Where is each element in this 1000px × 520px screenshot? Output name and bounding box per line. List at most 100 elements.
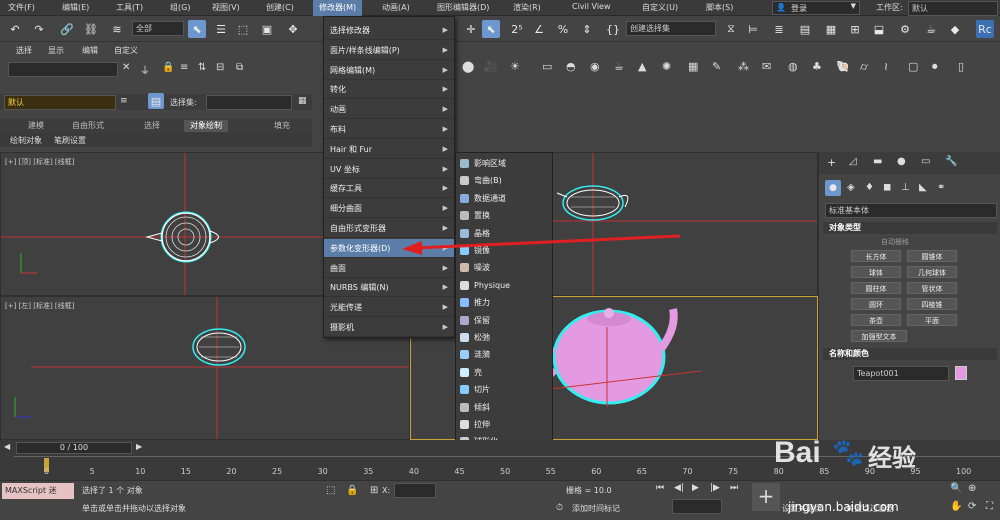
deformer-menu-item[interactable]: 倾斜 xyxy=(456,399,552,416)
lights-category-icon[interactable]: ♦ xyxy=(865,182,874,193)
particles-icon[interactable]: ⁂ xyxy=(738,60,749,73)
angle-snap-icon[interactable]: ∠ xyxy=(530,20,548,38)
ribbon-select[interactable]: 选择 xyxy=(16,45,32,56)
deformer-menu-item[interactable]: 弯曲(B) xyxy=(456,172,552,189)
time-tag-icon[interactable]: ⏱ xyxy=(556,503,563,513)
light-icon[interactable]: ☀ xyxy=(510,60,520,73)
teapot-icon[interactable]: ☕ xyxy=(614,60,624,73)
layer-dropdown[interactable]: 默认 xyxy=(4,95,116,110)
deformer-menu-item[interactable]: 涟漪 xyxy=(456,346,552,363)
menu-tools[interactable]: 工具(T) xyxy=(116,2,143,13)
deformer-menu-item[interactable]: 拉伸 xyxy=(456,416,552,433)
sphere-icon[interactable]: ◉ xyxy=(590,60,600,73)
sphere-button[interactable]: 球体 xyxy=(851,266,901,278)
modifier-menu-item[interactable]: 布料 ▶ xyxy=(324,120,454,139)
tab-object-paint[interactable]: 对象绘制 xyxy=(184,120,228,132)
record-icon[interactable]: ⏺ xyxy=(932,60,938,74)
create-icon[interactable]: + xyxy=(827,156,836,169)
menu-animation[interactable]: 动画(A) xyxy=(382,2,410,13)
modifier-menu-item[interactable]: 动画 ▶ xyxy=(324,100,454,120)
spinner-snap-icon[interactable]: ⇕ xyxy=(578,20,596,38)
render-icon[interactable]: ◆ xyxy=(946,20,964,38)
menu-group[interactable]: 组(G) xyxy=(170,2,190,13)
select-object-icon[interactable]: ⬉ xyxy=(188,20,206,38)
set-key-icon[interactable]: + xyxy=(752,483,780,511)
display-icon[interactable]: ▭ xyxy=(921,156,930,167)
named-selection-dropdown[interactable]: 创建选择集 xyxy=(626,21,716,36)
pan-icon[interactable]: ✋ xyxy=(950,501,962,512)
globe-icon[interactable]: ◍ xyxy=(788,60,798,73)
plane-button[interactable]: 平面 xyxy=(907,314,957,326)
phone-icon[interactable]: ▯ xyxy=(958,60,964,73)
cylinder-icon[interactable]: ⌭ xyxy=(860,60,868,74)
modifier-menu-item[interactable]: 缓存工具 ▶ xyxy=(324,179,454,199)
envelope-icon[interactable]: ✉ xyxy=(762,60,771,73)
sun-icon[interactable]: ✺ xyxy=(662,60,671,73)
menu-graph-editors[interactable]: 图形编辑器(D) xyxy=(437,2,489,13)
systems-category-icon[interactable]: ⚭ xyxy=(937,182,945,193)
workspace-dropdown[interactable]: 默认 xyxy=(908,1,998,16)
cone-button[interactable]: 圆锥体 xyxy=(907,250,957,262)
layer-menu-icon[interactable]: ≡ xyxy=(120,96,128,106)
geometry-icon[interactable]: ⬤ xyxy=(462,60,474,73)
modifier-menu-item[interactable]: 转化 ▶ xyxy=(324,80,454,100)
modifier-menu-item[interactable]: 细分曲面 ▶ xyxy=(324,199,454,219)
deformer-menu-item[interactable]: 切片 xyxy=(456,381,552,398)
auto-grid-checkbox[interactable]: 自动栅格 xyxy=(881,237,909,247)
mirror-icon[interactable]: ⧖ xyxy=(722,20,740,38)
modifier-menu-item[interactable]: 面片/样条线编辑(P) ▶ xyxy=(324,41,454,60)
cylinder-button[interactable]: 圆柱体 xyxy=(851,282,901,294)
geometry-category-icon[interactable]: ● xyxy=(825,180,841,196)
ribbon-edit[interactable]: 编辑 xyxy=(82,45,98,56)
isolate-icon[interactable]: ⬚ xyxy=(326,485,335,496)
window-crossing-icon[interactable]: ▣ xyxy=(258,20,276,38)
edit-named-selection-icon[interactable]: {} xyxy=(604,20,622,38)
cone-icon[interactable]: ▲ xyxy=(638,60,646,73)
modifier-menu-item[interactable]: 曲面 ▶ xyxy=(324,259,454,278)
menu-civil-view[interactable]: Civil View xyxy=(572,2,611,11)
orbit-icon[interactable]: ⟳ xyxy=(968,501,976,512)
selection-set-dropdown[interactable] xyxy=(206,95,292,110)
box-icon[interactable]: ▭ xyxy=(542,60,552,73)
utilities-icon[interactable]: 🔧 xyxy=(945,156,957,167)
curve-editor-icon[interactable]: ▦ xyxy=(822,20,840,38)
box-button[interactable]: 长方体 xyxy=(851,250,901,262)
zoom-icon[interactable]: 🔍 xyxy=(950,483,962,494)
deformer-menu-item[interactable]: 松弛 xyxy=(456,329,552,346)
set-icon[interactable]: ▦ xyxy=(298,96,307,106)
search-input[interactable] xyxy=(8,62,118,77)
teapot-button[interactable]: 茶壶 xyxy=(851,314,901,326)
menu-scripting[interactable]: 脚本(S) xyxy=(706,2,733,13)
layer-manager-icon[interactable]: ≣ xyxy=(770,20,788,38)
close-icon[interactable]: ✕ xyxy=(122,62,130,73)
next-key-icon[interactable]: |▶ xyxy=(710,483,720,493)
deformer-menu-item[interactable]: 推力 xyxy=(456,294,552,311)
move-icon[interactable]: ✥ xyxy=(284,20,302,38)
list-icon[interactable]: ≡ xyxy=(180,62,188,73)
schematic-view-icon[interactable]: ⊞ xyxy=(846,20,864,38)
object-name-field[interactable]: Teapot001 xyxy=(853,366,949,381)
spacewarps-category-icon[interactable]: ◣ xyxy=(919,182,927,193)
subtab-paint-objects[interactable]: 绘制对象 xyxy=(10,135,42,146)
deformer-menu-item[interactable]: Physique xyxy=(456,277,552,294)
pivot-icon[interactable]: ⬉ xyxy=(482,20,500,38)
lock-selection-icon[interactable]: 🔒 xyxy=(346,485,358,496)
name-color-section[interactable]: 名称和颜色 xyxy=(823,348,997,360)
layer-select-icon[interactable]: ▤ xyxy=(148,93,164,109)
undo-icon[interactable]: ↶ xyxy=(6,20,24,38)
current-frame-field[interactable] xyxy=(672,499,722,514)
geosphere-button[interactable]: 几何球体 xyxy=(907,266,957,278)
object-color-swatch[interactable] xyxy=(955,366,967,380)
selection-region-icon[interactable]: ⬚ xyxy=(234,20,252,38)
torus-button[interactable]: 圆环 xyxy=(851,298,901,310)
deformer-menu-item[interactable]: 置换 xyxy=(456,207,552,224)
move-tool-icon[interactable]: ✛ xyxy=(462,20,480,38)
unlink-icon[interactable]: ⛓ xyxy=(82,20,100,38)
modifier-menu-item[interactable]: UV 坐标 ▶ xyxy=(324,160,454,179)
category-dropdown[interactable]: 标准基本体 xyxy=(825,203,997,218)
maxscript-listener[interactable]: MAXScript 迷 xyxy=(2,483,74,499)
lock-icon[interactable]: 🔒 xyxy=(162,62,174,73)
layers-icon[interactable]: ⧉ xyxy=(236,62,243,73)
modifier-menu-item[interactable]: 光能传递 ▶ xyxy=(324,298,454,318)
modifier-menu-item[interactable]: 网格编辑(M) ▶ xyxy=(324,61,454,80)
